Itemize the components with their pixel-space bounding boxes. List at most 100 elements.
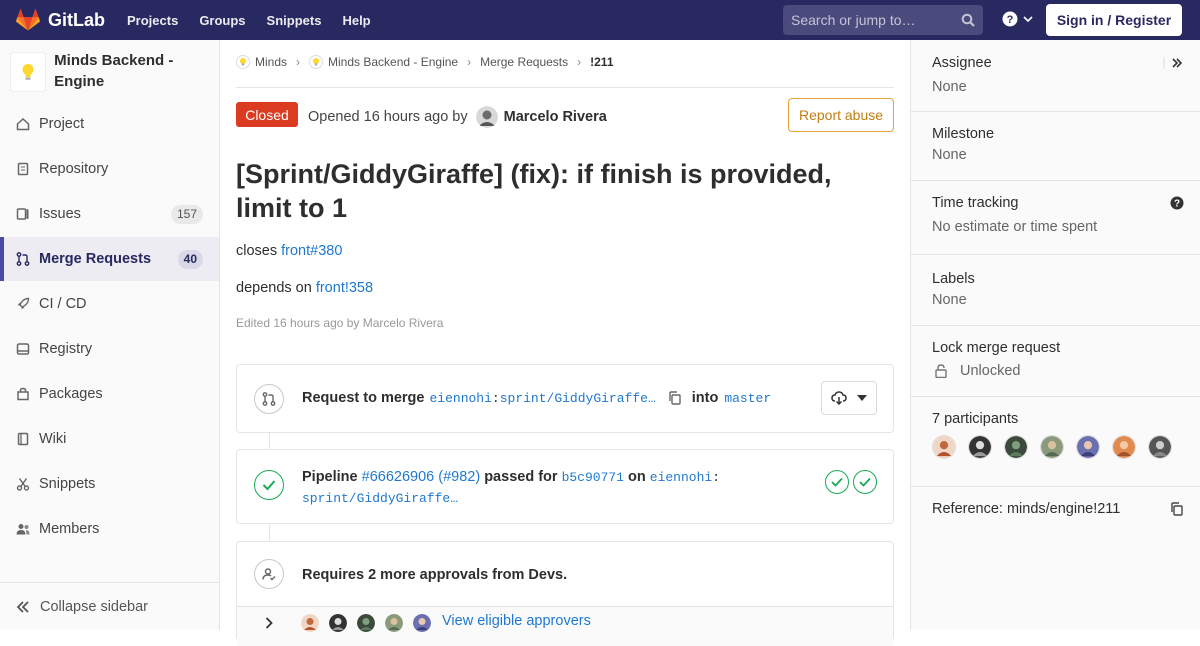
target-branch[interactable]: master bbox=[724, 391, 771, 406]
left-sidebar: Minds Backend - Engine Project Repositor… bbox=[0, 40, 220, 630]
approver-avatar[interactable] bbox=[385, 614, 403, 632]
lock-label: Lock merge request bbox=[932, 340, 1061, 356]
commit-sha-link[interactable]: b5c90771 bbox=[562, 470, 624, 485]
lightbulb-icon bbox=[22, 64, 34, 80]
approvals-required-text: Requires 2 more approvals from Devs. bbox=[302, 567, 568, 583]
participant-avatar[interactable] bbox=[1112, 435, 1136, 459]
pipeline-iid-link[interactable]: (#982) bbox=[438, 469, 480, 485]
nav-snippets[interactable]: Snippets bbox=[267, 13, 322, 28]
approver-avatar[interactable] bbox=[357, 614, 375, 632]
participant-avatar[interactable] bbox=[932, 435, 956, 459]
copy-icon[interactable] bbox=[668, 391, 682, 405]
divider bbox=[236, 87, 894, 88]
sidebar-item-repository[interactable]: Repository bbox=[0, 147, 219, 191]
sidebar-item-issues[interactable]: Issues 157 bbox=[0, 192, 219, 236]
participant-avatar[interactable] bbox=[1148, 435, 1172, 459]
sidebar-item-label: Wiki bbox=[39, 431, 67, 447]
lightbulb-icon bbox=[309, 55, 324, 69]
participant-avatar[interactable] bbox=[1076, 435, 1100, 459]
breadcrumb-separator: › bbox=[296, 55, 301, 69]
view-eligible-approvers-link[interactable]: View eligible approvers bbox=[442, 613, 591, 629]
approvals-widget: Requires 2 more approvals from Devs. Vie… bbox=[236, 541, 894, 646]
merge-request-icon bbox=[262, 392, 276, 406]
merge-request-branches: Request to merge eiennohi: sprint/GiddyGi… bbox=[302, 390, 771, 406]
assignee-label: Assignee bbox=[932, 55, 992, 71]
approvers-row[interactable]: View eligible approvers bbox=[237, 606, 893, 646]
passed-for-label: passed for bbox=[484, 469, 558, 485]
check-icon bbox=[859, 477, 871, 487]
request-label: Request to merge bbox=[302, 390, 425, 406]
sidebar-item-packages[interactable]: Packages bbox=[0, 372, 219, 416]
lock-status: Unlocked bbox=[932, 363, 1184, 379]
sidebar-item-snippets[interactable]: Snippets bbox=[0, 462, 219, 506]
time-tracking-label: Time tracking bbox=[932, 195, 1019, 211]
pipeline-id-link[interactable]: #66626906 bbox=[362, 469, 435, 485]
download-icon bbox=[831, 391, 847, 405]
breadcrumb-current[interactable]: !211 bbox=[590, 55, 613, 69]
approval-icon bbox=[262, 568, 276, 581]
branch-separator: : bbox=[712, 470, 721, 485]
home-icon bbox=[16, 117, 30, 131]
sidebar-item-merge-requests[interactable]: Merge Requests 40 bbox=[0, 237, 219, 281]
project-avatar bbox=[10, 52, 47, 92]
help-dropdown[interactable]: ? bbox=[1002, 11, 1033, 27]
breadcrumb-merge-requests[interactable]: Merge Requests bbox=[480, 55, 568, 69]
stage-status-icon[interactable] bbox=[825, 470, 849, 494]
book-icon bbox=[17, 432, 29, 446]
pipeline-branch-link[interactable]: sprint/GiddyGiraffe… bbox=[302, 491, 458, 506]
pipeline-namespace-link[interactable]: eiennohi bbox=[650, 470, 712, 485]
on-label: on bbox=[628, 469, 646, 485]
sign-in-button[interactable]: Sign in / Register bbox=[1046, 4, 1182, 36]
nav-help[interactable]: Help bbox=[342, 13, 370, 28]
project-header[interactable]: Minds Backend - Engine bbox=[10, 50, 210, 102]
collapse-sidebar-button[interactable]: Collapse sidebar bbox=[0, 582, 219, 630]
collapse-sidebar-label: Collapse sidebar bbox=[40, 598, 149, 615]
divider bbox=[911, 111, 1200, 112]
sidebar-item-ci-cd[interactable]: CI / CD bbox=[0, 282, 219, 326]
labels-block: Labels None bbox=[932, 271, 1184, 308]
sidebar-item-wiki[interactable]: Wiki bbox=[0, 417, 219, 461]
opened-info: Opened 16 hours ago by Marcelo Rivera bbox=[308, 106, 607, 128]
breadcrumb-separator: › bbox=[577, 55, 582, 69]
approver-avatar[interactable] bbox=[301, 614, 319, 632]
pipeline-info: Pipeline #66626906 (#982) passed for b5c… bbox=[302, 467, 720, 509]
rocket-icon bbox=[17, 297, 30, 310]
description-text: closes bbox=[236, 243, 278, 259]
sidebar-item-members[interactable]: Members bbox=[0, 507, 219, 551]
merge-request-link[interactable]: front!358 bbox=[316, 280, 373, 296]
chevron-right-icon[interactable] bbox=[265, 617, 273, 629]
nav-groups[interactable]: Groups bbox=[199, 13, 245, 28]
stage-status-icon[interactable] bbox=[853, 470, 877, 494]
description-depends: depends on front!358 bbox=[236, 280, 373, 296]
issue-link[interactable]: front#380 bbox=[281, 243, 342, 259]
sidebar-item-registry[interactable]: Registry bbox=[0, 327, 219, 371]
timeline-connector bbox=[269, 433, 270, 449]
gitlab-home-link[interactable]: GitLab bbox=[16, 0, 105, 40]
pipeline-status-icon-wrapper[interactable] bbox=[254, 470, 284, 500]
breadcrumb-minds[interactable]: Minds bbox=[255, 55, 287, 69]
sidebar-item-label: Repository bbox=[39, 161, 109, 177]
approver-avatar[interactable] bbox=[329, 614, 347, 632]
disk-icon bbox=[16, 343, 30, 355]
project-name: Minds Backend - Engine bbox=[54, 52, 174, 90]
timeline-connector bbox=[269, 524, 270, 541]
search-input[interactable]: Search or jump to… bbox=[783, 5, 983, 35]
participant-avatar[interactable] bbox=[1004, 435, 1028, 459]
approver-avatar[interactable] bbox=[413, 614, 431, 632]
author-name[interactable]: Marcelo Rivera bbox=[504, 109, 607, 125]
source-branch[interactable]: sprint/GiddyGiraffe… bbox=[500, 391, 656, 406]
lock-block: Lock merge request Unlocked bbox=[932, 340, 1184, 379]
source-namespace[interactable]: eiennohi bbox=[429, 391, 491, 406]
author-avatar[interactable] bbox=[475, 106, 498, 128]
breadcrumb-project[interactable]: Minds Backend - Engine bbox=[328, 55, 458, 69]
sidebar-item-project[interactable]: Project bbox=[0, 102, 219, 146]
question-circle-icon[interactable]: ? bbox=[1170, 196, 1184, 210]
milestone-label: Milestone bbox=[932, 126, 995, 142]
participant-avatar[interactable] bbox=[968, 435, 992, 459]
sidebar-item-label: Merge Requests bbox=[39, 251, 152, 267]
copy-icon[interactable] bbox=[1170, 502, 1184, 516]
report-abuse-button[interactable]: Report abuse bbox=[788, 98, 894, 132]
nav-projects[interactable]: Projects bbox=[127, 13, 178, 28]
download-dropdown-button[interactable] bbox=[821, 381, 877, 415]
participant-avatar[interactable] bbox=[1040, 435, 1064, 459]
